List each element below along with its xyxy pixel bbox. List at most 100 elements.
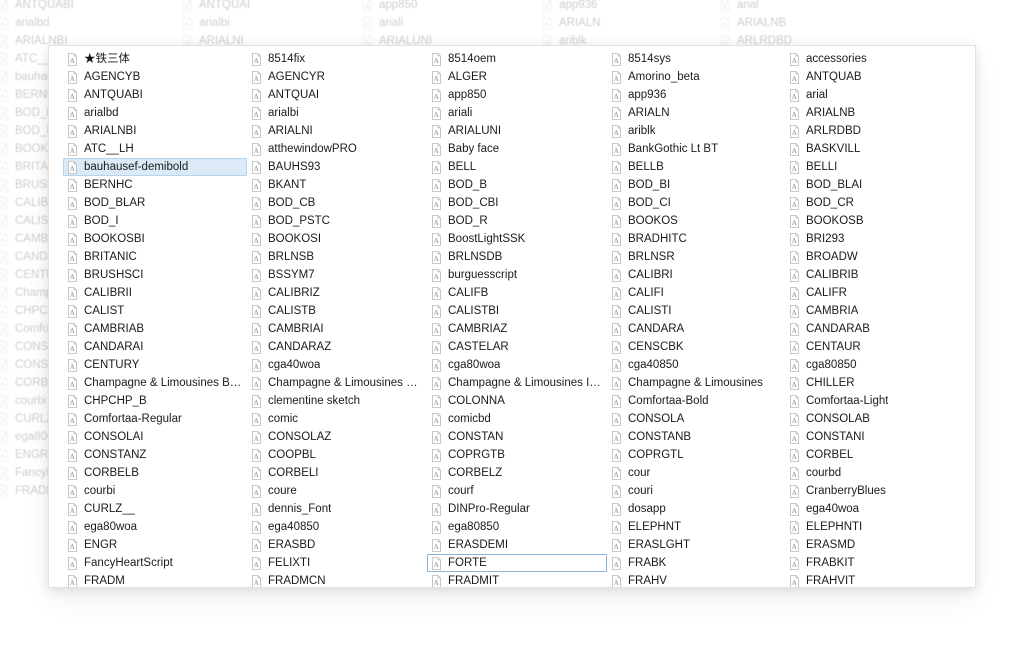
font-list-item[interactable]: A FRADMCN (247, 572, 427, 587)
font-list-item[interactable]: A CAMBRIAZ (427, 320, 607, 338)
font-list-item[interactable]: A 8514sys (607, 50, 785, 68)
font-list-item[interactable]: Aega80woa (63, 518, 247, 536)
font-list-item[interactable]: Aapp936 (607, 86, 785, 104)
font-list-item[interactable]: A FancyHeartScript (63, 554, 247, 572)
font-list-item[interactable]: A ERASLGHT (607, 536, 785, 554)
font-list-item[interactable]: Acomic (247, 410, 427, 428)
font-list-item[interactable]: A CONSTAN (427, 428, 607, 446)
font-list-item[interactable]: A CANDARAB (785, 320, 971, 338)
font-list-item[interactable]: Aapp850 (427, 86, 607, 104)
font-list-item[interactable]: A ARIALN (607, 104, 785, 122)
font-list-item[interactable]: A BKANT (247, 176, 427, 194)
font-list-item[interactable]: A CALISTB (247, 302, 427, 320)
font-list-item[interactable]: Aariblk (607, 122, 785, 140)
font-list-item[interactable]: A CALIFI (607, 284, 785, 302)
font-list-item[interactable]: A 8514fix (247, 50, 427, 68)
font-list-item[interactable]: A BRADHITC (607, 230, 785, 248)
font-list-item[interactable]: A BERNHC (63, 176, 247, 194)
font-list-item[interactable]: A CAMBRIAI (247, 320, 427, 338)
font-list-item[interactable]: Aarial (785, 86, 971, 104)
font-list-item[interactable]: A BOD_CR (785, 194, 971, 212)
font-list-item[interactable]: A BOOKOSB (785, 212, 971, 230)
font-list-item[interactable]: A CONSOLA (607, 410, 785, 428)
font-list-item[interactable]: A COLONNA (427, 392, 607, 410)
font-list-item[interactable]: Aarialbi (247, 104, 427, 122)
font-list-item[interactable]: A Champagne & Limousines Bold I.. (63, 374, 247, 392)
font-list-item[interactable]: A BOOKOSBI (63, 230, 247, 248)
font-list-scroll-area[interactable]: A ★铁三体 A AGENCYB A ANTQUABI Aarialbd A ARIALNBI A… (49, 46, 975, 587)
font-list-item[interactable]: Acoure (247, 482, 427, 500)
font-list-item[interactable]: Aega40850 (247, 518, 427, 536)
font-list-item[interactable]: A ARIALNI (247, 122, 427, 140)
font-list-item[interactable]: A ARIALNBI (63, 122, 247, 140)
font-list-item[interactable]: A COPRGTL (607, 446, 785, 464)
font-list-item[interactable]: A CANDARAZ (247, 338, 427, 356)
font-list-item[interactable]: A FORTE (427, 554, 607, 572)
font-list-item[interactable]: Aariali (427, 104, 607, 122)
font-list-item[interactable]: Acga80woa (427, 356, 607, 374)
font-list-item[interactable]: Abauhausef-demibold (63, 158, 247, 176)
font-list-item[interactable]: A ★铁三体 (63, 50, 247, 68)
font-list-item[interactable]: Acga40woa (247, 356, 427, 374)
font-list-item[interactable]: Acomicbd (427, 410, 607, 428)
font-list-item[interactable]: A ALGER (427, 68, 607, 86)
font-list-item[interactable]: Aburguesscript (427, 266, 607, 284)
font-list-item[interactable]: Acga80850 (785, 356, 971, 374)
font-list-item[interactable]: A Comfortaa-Regular (63, 410, 247, 428)
font-list-item[interactable]: A FRAHVIT (785, 572, 971, 587)
font-list-item[interactable]: A Champagne & Limousines Bold (247, 374, 427, 392)
font-list-item[interactable]: A BOD_PSTC (247, 212, 427, 230)
font-list-item[interactable]: A BRLNSR (607, 248, 785, 266)
font-list-item[interactable]: Aclementine sketch (247, 392, 427, 410)
font-list-item[interactable]: A CANDARAI (63, 338, 247, 356)
font-list-item[interactable]: Adosapp (607, 500, 785, 518)
font-list-item[interactable]: A BOOKOS (607, 212, 785, 230)
font-list-item[interactable]: A ENGR (63, 536, 247, 554)
font-list-item[interactable]: A CALIBRI (607, 266, 785, 284)
font-list-item[interactable]: A CranberryBlues (785, 482, 971, 500)
font-list-item[interactable]: A ARLRDBD (785, 122, 971, 140)
font-list-item[interactable]: A BOD_CB (247, 194, 427, 212)
font-list-item[interactable]: A ARIALUNI (427, 122, 607, 140)
font-list-item[interactable]: A CALIFR (785, 284, 971, 302)
font-list-item[interactable]: A CHPCHP_B (63, 392, 247, 410)
font-list-item[interactable]: A ERASMD (785, 536, 971, 554)
font-list-item[interactable]: A CURLZ__ (63, 500, 247, 518)
font-list-item[interactable]: Aarialbd (63, 104, 247, 122)
font-list-item[interactable]: AatthewindowPRO (247, 140, 427, 158)
font-list-item[interactable]: A 8514oem (427, 50, 607, 68)
font-list-item[interactable]: A FRABK (607, 554, 785, 572)
font-list-item[interactable]: A CORBELZ (427, 464, 607, 482)
font-list-item[interactable]: A BOD_BLAI (785, 176, 971, 194)
font-list-item[interactable]: A BRLNSB (247, 248, 427, 266)
font-list-item[interactable]: A CALIBRIB (785, 266, 971, 284)
font-list-item[interactable]: A CALIFB (427, 284, 607, 302)
font-list-item[interactable]: A Champagne & Limousines Italic (427, 374, 607, 392)
font-list-item[interactable]: A ERASBD (247, 536, 427, 554)
font-list-item[interactable]: Aega40woa (785, 500, 971, 518)
font-list-item[interactable]: Acga40850 (607, 356, 785, 374)
font-list-item[interactable]: A BOD_R (427, 212, 607, 230)
font-list-item[interactable]: A CENTURY (63, 356, 247, 374)
font-list-item[interactable]: Acourbd (785, 464, 971, 482)
font-list-item[interactable]: A ARIALNB (785, 104, 971, 122)
font-list-item[interactable]: A CANDARA (607, 320, 785, 338)
font-list-item[interactable]: A BRI293 (785, 230, 971, 248)
font-list-item[interactable]: A BASKVILL (785, 140, 971, 158)
font-list-item[interactable]: A BOOKOSI (247, 230, 427, 248)
font-list-item[interactable]: A CONSOLAI (63, 428, 247, 446)
font-list-item[interactable]: Aaccessories (785, 50, 971, 68)
font-list-item[interactable]: A CASTELAR (427, 338, 607, 356)
font-list-item[interactable]: A CALIST (63, 302, 247, 320)
font-list-item[interactable]: A CALISTBI (427, 302, 607, 320)
font-list-item[interactable]: A ATC__LH (63, 140, 247, 158)
font-list-item[interactable]: A BOD_B (427, 176, 607, 194)
font-list-item[interactable]: A CAMBRIA (785, 302, 971, 320)
font-list-item[interactable]: A ANTQUABI (63, 86, 247, 104)
font-list-item[interactable]: A CORBEL (785, 446, 971, 464)
font-list-item[interactable]: A FRAHV (607, 572, 785, 587)
font-list-item[interactable]: A AGENCYR (247, 68, 427, 86)
font-list-item[interactable]: A Comfortaa-Bold (607, 392, 785, 410)
font-list-item[interactable]: A BELL (427, 158, 607, 176)
font-list-item[interactable]: A CONSTANZ (63, 446, 247, 464)
